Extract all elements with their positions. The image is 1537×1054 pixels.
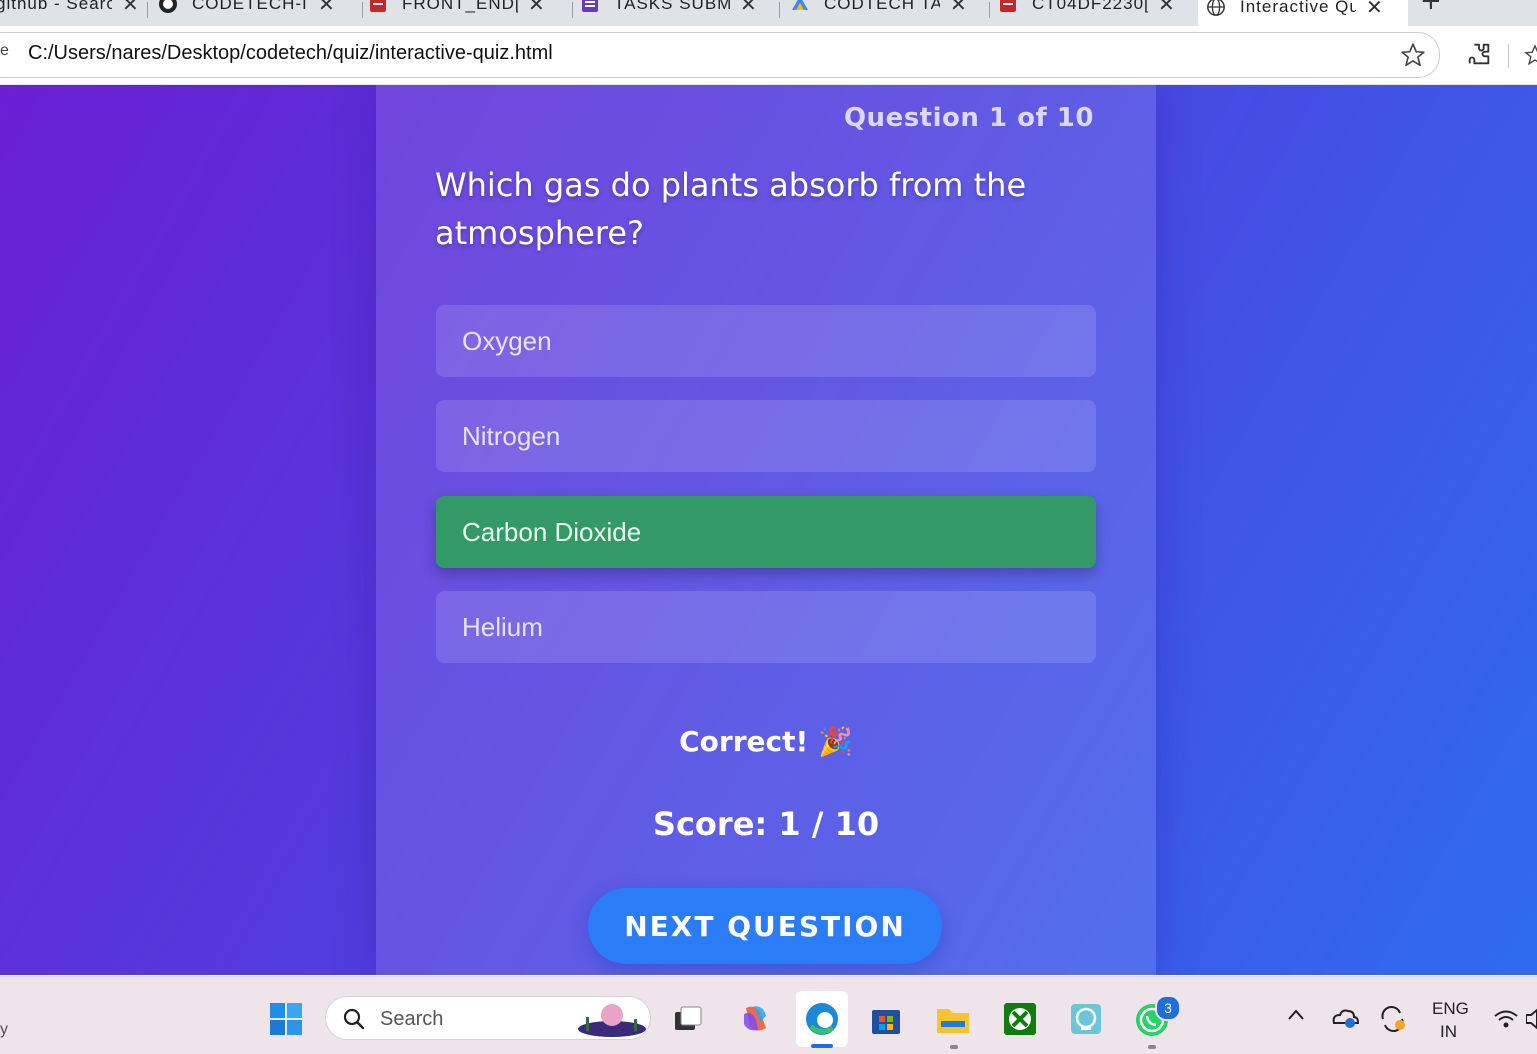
pdf-icon: [998, 0, 1018, 14]
browser-tab-interactive-quiz[interactable]: Interactive Qui ✕: [1198, 0, 1408, 26]
tab-title: Interactive Qui: [1240, 0, 1356, 16]
globe-icon: [1206, 0, 1226, 17]
store-icon[interactable]: [868, 1001, 904, 1037]
browser-toolbar: e C:/Users/nares/Desktop/codetech/quiz/i…: [0, 26, 1537, 85]
windows-start-icon[interactable]: [268, 1001, 304, 1037]
next-question-button[interactable]: NEXT QUESTION: [588, 888, 942, 964]
close-icon[interactable]: ✕: [528, 0, 545, 17]
browser-tab-front-end-pdf[interactable]: FRONT_END[1 ✕: [368, 0, 573, 20]
browser-tab-codetech-internship[interactable]: CODETECH-Inte ✕: [158, 0, 363, 20]
wifi-icon[interactable]: [1492, 1007, 1520, 1036]
volume-icon[interactable]: [1525, 1007, 1537, 1036]
running-indicator: [1148, 1045, 1156, 1049]
answer-option-oxygen[interactable]: Oxygen: [436, 305, 1096, 377]
search-icon: [342, 1007, 366, 1035]
edge-icon[interactable]: [796, 991, 848, 1047]
chevron-up-icon[interactable]: [1286, 1007, 1306, 1028]
browser-tab-certificate-pdf[interactable]: CT04DF2230[I ✕: [998, 0, 1193, 20]
drive-icon: [790, 0, 810, 14]
tab-title: CODETECH-Inte: [192, 0, 308, 13]
favorite-star-icon[interactable]: [1400, 42, 1426, 72]
language-indicator-eng[interactable]: ENG: [1432, 999, 1469, 1019]
browser-tab-strip: github - Search ✕ CODETECH-Inte ✕ FRONT_…: [0, 0, 1537, 26]
question-counter: Question 1 of 10: [843, 103, 1094, 133]
notification-badge: 3: [1155, 995, 1181, 1021]
edge-text: y: [0, 1021, 8, 1038]
sync-icon[interactable]: [1378, 1005, 1408, 1038]
close-icon[interactable]: ✕: [950, 0, 967, 17]
browser-tab-codtech-task[interactable]: CODTECH TASK ✕: [790, 0, 990, 20]
answer-option-nitrogen[interactable]: Nitrogen: [436, 400, 1096, 472]
file-explorer-icon[interactable]: [935, 1001, 971, 1037]
new-tab-button[interactable]: +: [1420, 0, 1442, 16]
github-icon: [158, 0, 178, 14]
close-icon[interactable]: ✕: [1158, 0, 1175, 17]
answer-option-carbon-dioxide[interactable]: Carbon Dioxide: [436, 496, 1096, 568]
favorites-icon[interactable]: [1524, 42, 1537, 72]
url-text[interactable]: C:/Users/nares/Desktop/codetech/quiz/int…: [28, 42, 553, 65]
tab-title: CT04DF2230[I: [1032, 0, 1148, 13]
language-indicator-in[interactable]: IN: [1440, 1022, 1457, 1042]
address-prefix: e: [0, 42, 9, 59]
search-placeholder: Search: [380, 1008, 444, 1030]
onedrive-icon[interactable]: [1330, 1005, 1360, 1034]
windows-taskbar: y Search 3 ENG IN: [0, 976, 1537, 1054]
close-icon[interactable]: ✕: [1366, 0, 1383, 20]
score-display: Score: 1 / 10: [652, 805, 880, 843]
quiz-card: Question 1 of 10 Which gas do plants abs…: [376, 85, 1156, 975]
app-icon[interactable]: [1068, 1001, 1104, 1037]
copilot-icon[interactable]: [737, 1001, 773, 1037]
active-app-indicator: [811, 1044, 833, 1048]
close-icon[interactable]: ✕: [740, 0, 757, 17]
feedback-message: Correct! 🎉: [679, 725, 853, 758]
search-highlight-image: [576, 1001, 648, 1041]
tab-title: FRONT_END[1: [402, 0, 518, 13]
tab-title: CODTECH TASK: [824, 0, 940, 13]
xbox-icon[interactable]: [1002, 1001, 1038, 1037]
extensions-icon[interactable]: [1465, 40, 1493, 72]
taskbar-search-box[interactable]: Search: [325, 996, 651, 1040]
close-icon[interactable]: ✕: [318, 0, 335, 17]
tab-title: github - Search: [0, 0, 112, 13]
pdf-icon: [368, 0, 388, 14]
quiz-page: Question 1 of 10 Which gas do plants abs…: [0, 85, 1537, 975]
answer-option-helium[interactable]: Helium: [436, 591, 1096, 663]
question-text: Which gas do plants absorb from the atmo…: [435, 166, 1027, 252]
tab-title: TASKS SUBMIS: [614, 0, 730, 13]
browser-tab-tasks-submission[interactable]: TASKS SUBMIS ✕: [580, 0, 780, 20]
running-indicator: [950, 1045, 958, 1049]
close-icon[interactable]: ✕: [122, 0, 139, 17]
browser-tab-github-search[interactable]: github - Search ✕: [0, 0, 148, 20]
task-view-icon[interactable]: [670, 1001, 706, 1037]
forms-icon: [580, 0, 600, 14]
